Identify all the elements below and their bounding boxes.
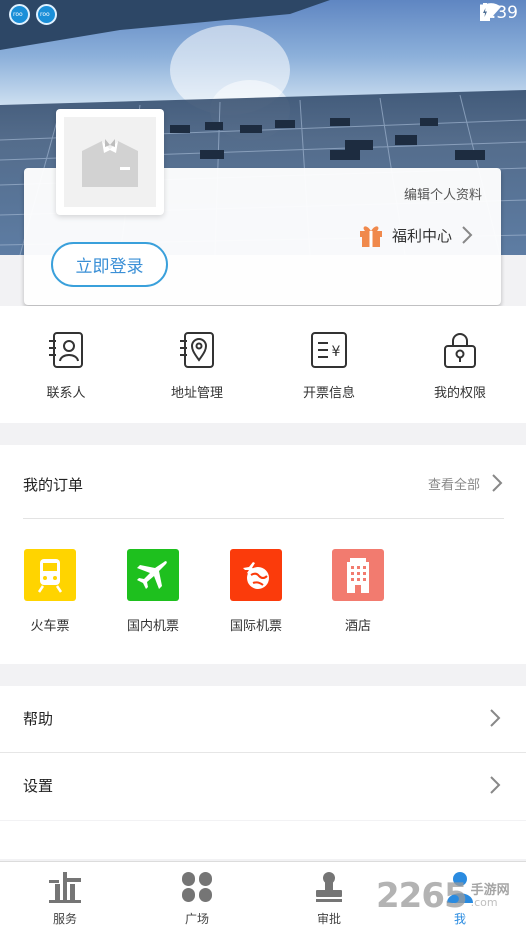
order-type-label: 国内机票 [126,619,179,634]
address-icon [180,332,214,368]
quick-action-label: 我的权限 [433,386,486,401]
quick-action-address[interactable]: 地址管理 [147,330,247,401]
login-button[interactable]: 立即登录 [51,242,168,287]
status-bar: roo roo 3:39 [0,0,526,30]
train-icon [24,549,76,601]
menu-item-settings[interactable]: 设置 [0,753,526,819]
chevron-right-icon [490,709,501,727]
orders-title: 我的订单 [23,476,84,494]
quick-action-contacts[interactable]: 联系人 [16,330,116,401]
hotel-icon [332,549,384,601]
watermark-number: 2265 [376,876,468,916]
clover-icon [182,872,212,902]
svg-text:¥: ¥ [332,344,341,360]
plane-icon [127,549,179,601]
quick-action-invoice[interactable]: ¥ 开票信息 [279,330,379,401]
profile-page: roo roo 3:39 编辑个人资料 福利中心 立即登录 联系人 地址管理 ¥… [0,0,526,935]
quick-action-permissions[interactable]: 我的权限 [410,330,510,401]
contacts-icon [49,332,83,368]
menu-item-label: 设置 [23,777,54,795]
lock-icon [444,333,476,368]
tab-label: 服务 [52,912,77,926]
settings-menu: 帮助 设置 [0,686,526,820]
menu-item-help[interactable]: 帮助 [0,686,526,753]
spacer [0,821,526,859]
tab-label: 广场 [184,912,209,926]
chevron-right-icon [462,226,473,244]
avatar[interactable] [56,109,164,215]
order-type-train[interactable]: 火车票 [5,549,95,634]
my-orders-section: 我的订单 查看全部 火车票 国内机票 国际机票 酒店 [0,445,526,664]
default-avatar-icon [82,139,138,187]
quick-action-label: 地址管理 [170,386,223,401]
invoice-icon: ¥ [311,332,347,368]
chevron-right-icon [492,474,503,492]
globe-plane-icon [230,549,282,601]
notification-app-icon: roo [36,4,57,25]
battery-icon [479,3,490,21]
gift-icon [360,226,382,247]
welfare-center-label: 福利中心 [392,226,453,245]
view-all-orders-link[interactable]: 查看全部 [428,473,504,493]
quick-action-label: 开票信息 [302,386,355,401]
order-type-label: 酒店 [344,619,371,634]
chevron-right-icon [490,776,501,794]
welfare-center-link[interactable]: 福利中心 [358,222,474,248]
building-icon [49,872,81,903]
order-type-international-flight[interactable]: 国际机票 [211,549,301,634]
order-type-hotel[interactable]: 酒店 [313,549,403,634]
quick-action-label: 联系人 [46,386,86,401]
order-type-domestic-flight[interactable]: 国内机票 [108,549,198,634]
quick-actions: 联系人 地址管理 ¥ 开票信息 我的权限 [0,306,526,423]
watermark: 2265 手游网 .com [376,876,510,916]
tab-label: 审批 [316,912,341,926]
divider [23,518,504,519]
tab-service[interactable]: 服务 [20,870,110,927]
order-type-label: 火车票 [30,619,70,634]
watermark-domain: .com [470,896,498,909]
stamp-icon [316,872,342,902]
menu-item-label: 帮助 [23,710,54,728]
view-all-label: 查看全部 [427,477,480,493]
tab-approval[interactable]: 审批 [284,870,374,927]
notification-app-icon: roo [9,4,30,25]
tab-square[interactable]: 广场 [152,870,242,927]
order-type-label: 国际机票 [229,619,282,634]
edit-profile-link[interactable]: 编辑个人资料 [404,184,482,203]
